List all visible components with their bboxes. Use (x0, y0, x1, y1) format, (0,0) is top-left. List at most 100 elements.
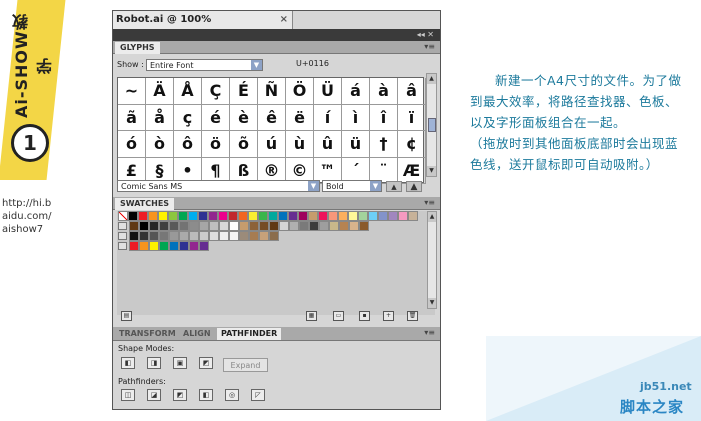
zoom-in-icon[interactable]: ▲ (406, 181, 422, 192)
glyph-cell[interactable]: ï (398, 104, 426, 131)
swatch[interactable] (358, 211, 368, 221)
glyph-cell[interactable]: ó (118, 131, 146, 158)
scroll-down-icon[interactable]: ▼ (428, 298, 436, 308)
swatch[interactable] (159, 241, 169, 251)
expand-button[interactable]: Expand (223, 358, 268, 372)
delete-swatch-icon[interactable]: 🗑 (407, 311, 418, 321)
swatch[interactable] (189, 221, 199, 231)
show-select[interactable]: Entire Font ▼ (146, 59, 263, 71)
swatch[interactable] (178, 211, 188, 221)
minus-back-icon[interactable]: ◸ (251, 389, 265, 401)
swatch[interactable] (279, 221, 289, 231)
glyph-cell[interactable]: ú (258, 131, 286, 158)
swatch[interactable] (328, 211, 338, 221)
glyph-cell[interactable]: ü (342, 131, 370, 158)
exclude-icon[interactable]: ◩ (199, 357, 213, 369)
glyph-cell[interactable]: î (370, 104, 398, 131)
panel-menu-icon[interactable]: ▾≡ (424, 327, 435, 339)
glyph-cell[interactable]: á (342, 78, 370, 105)
swatch[interactable] (229, 231, 239, 241)
glyph-cell[interactable]: ê (258, 104, 286, 131)
swatch[interactable] (169, 231, 179, 241)
swatch[interactable] (129, 241, 139, 251)
glyph-cell[interactable]: è (230, 104, 258, 131)
swatch[interactable] (269, 231, 279, 241)
crop-icon[interactable]: ◧ (199, 389, 213, 401)
glyph-cell[interactable]: â (398, 78, 426, 105)
swatch[interactable] (218, 211, 228, 221)
minus-front-icon[interactable]: ◨ (147, 357, 161, 369)
swatch[interactable] (268, 211, 278, 221)
show-kinds-icon[interactable]: ▦ (306, 311, 317, 321)
glyph-cell[interactable]: † (370, 131, 398, 158)
swatch-options-icon[interactable]: ▭ (333, 311, 344, 321)
tab-align[interactable]: ALIGN (179, 328, 215, 340)
glyph-cell[interactable]: û (314, 131, 342, 158)
glyph-cell[interactable]: Ü (314, 78, 342, 105)
unite-icon[interactable]: ◧ (121, 357, 135, 369)
swatch[interactable] (128, 211, 138, 221)
swatch[interactable] (249, 231, 259, 241)
swatch[interactable] (329, 221, 339, 231)
glyph-cell[interactable]: ö (202, 131, 230, 158)
swatch[interactable] (198, 211, 208, 221)
swatch[interactable] (239, 221, 249, 231)
swatch[interactable] (259, 231, 269, 241)
tab-swatches[interactable]: SWATCHES (115, 198, 175, 210)
swatch[interactable] (179, 221, 189, 231)
scroll-up-icon[interactable]: ▲ (428, 212, 436, 222)
scroll-up-icon[interactable]: ▲ (427, 74, 436, 84)
swatch[interactable] (288, 211, 298, 221)
swatch[interactable] (159, 231, 169, 241)
swatch[interactable] (149, 221, 159, 231)
glyph-cell[interactable]: ô (174, 131, 202, 158)
glyph-cell[interactable]: é (202, 104, 230, 131)
swatch[interactable] (249, 221, 259, 231)
tab-glyphs[interactable]: GLYPHS (115, 42, 160, 54)
swatch[interactable] (129, 221, 139, 231)
swatch[interactable] (388, 211, 398, 221)
swatch[interactable] (188, 211, 198, 221)
glyph-cell[interactable]: ã (118, 104, 146, 131)
glyph-cell[interactable]: ç (174, 104, 202, 131)
swatch[interactable] (248, 211, 258, 221)
swatch[interactable] (228, 211, 238, 221)
swatch[interactable] (289, 221, 299, 231)
new-swatch-icon[interactable]: + (383, 311, 394, 321)
tab-transform[interactable]: TRANSFORM (115, 328, 180, 340)
swatch[interactable] (378, 211, 388, 221)
swatch[interactable] (118, 211, 128, 221)
swatch[interactable] (159, 221, 169, 231)
color-group-folder-icon[interactable] (118, 242, 127, 250)
glyph-cell[interactable]: ò (146, 131, 174, 158)
tab-pathfinder[interactable]: PATHFINDER (217, 328, 282, 340)
panel-menu-icon[interactable]: ▾≡ (424, 41, 435, 53)
glyph-cell[interactable]: ì (342, 104, 370, 131)
swatch[interactable] (359, 221, 369, 231)
glyph-cell[interactable]: ¢ (398, 131, 426, 158)
glyph-scrollbar[interactable]: ▲ ▼ (426, 73, 437, 177)
swatch[interactable] (129, 231, 139, 241)
glyph-cell[interactable]: É (230, 78, 258, 105)
swatch-scrollbar[interactable]: ▲ ▼ (427, 211, 437, 309)
swatch[interactable] (298, 211, 308, 221)
divide-icon[interactable]: ◫ (121, 389, 135, 401)
glyph-cell[interactable]: Ä (146, 78, 174, 105)
swatch[interactable] (319, 221, 329, 231)
glyph-cell[interactable]: Ñ (258, 78, 286, 105)
glyph-cell[interactable]: ~ (118, 78, 146, 105)
glyph-cell[interactable]: í (314, 104, 342, 131)
swatch[interactable] (209, 231, 219, 241)
swatch[interactable] (179, 231, 189, 241)
scroll-down-icon[interactable]: ▼ (427, 166, 436, 176)
panel-menu-icon[interactable]: ▾≡ (424, 197, 435, 209)
swatch[interactable] (139, 231, 149, 241)
zoom-out-icon[interactable]: ▲ (386, 181, 402, 192)
swatch[interactable] (169, 241, 179, 251)
swatch[interactable] (199, 241, 209, 251)
swatch[interactable] (269, 221, 279, 231)
glyph-cell[interactable]: à (370, 78, 398, 105)
swatch[interactable] (169, 221, 179, 231)
swatch[interactable] (339, 221, 349, 231)
swatch[interactable] (318, 211, 328, 221)
